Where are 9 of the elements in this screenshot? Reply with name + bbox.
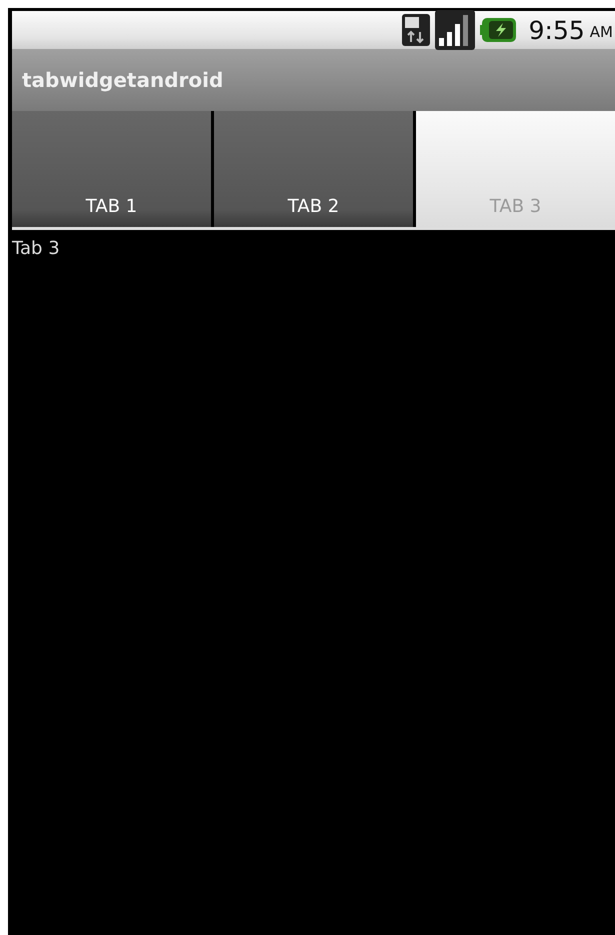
- battery-icon: [480, 16, 518, 44]
- app-title: tabwidgetandroid: [22, 68, 224, 92]
- tab[interactable]: TAB 1: [12, 111, 211, 227]
- tab[interactable]: TAB 2: [214, 111, 413, 227]
- content-text: Tab 3: [12, 237, 60, 259]
- signal-icon: [434, 10, 475, 50]
- clock-time: 9:55: [528, 16, 585, 44]
- clock-period: AM: [590, 23, 613, 41]
- network-icon: [402, 14, 430, 46]
